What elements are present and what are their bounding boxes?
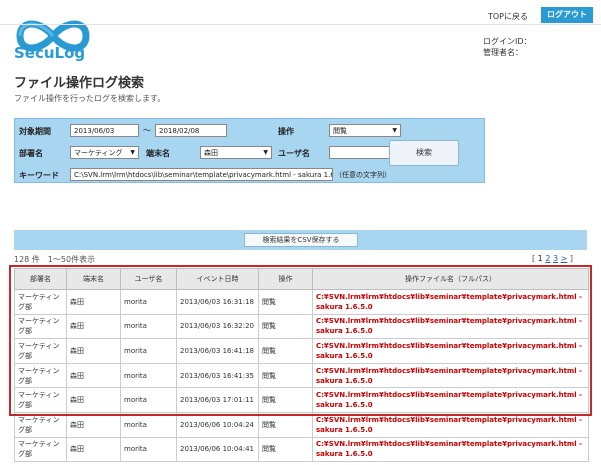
terminal-select-value: 森田 [204, 149, 218, 157]
operation-cell: 閲覧 [258, 313, 313, 340]
table-row[interactable]: マーケティング部 森田 morita 2013/06/06 10:04:41 閲… [14, 436, 589, 463]
operation-select[interactable]: 閲覧 ▼ [329, 124, 401, 137]
terminal-cell: 森田 [66, 362, 121, 389]
terminal-cell: 森田 [66, 338, 121, 364]
logo-text: SecuLog [14, 44, 86, 62]
chevron-down-icon: ▼ [392, 127, 397, 134]
operation-select-value: 閲覧 [333, 127, 347, 135]
dept-label: 部署名 [19, 149, 43, 158]
dept-cell: マーケティング部 [14, 436, 67, 463]
file-path-cell: C:¥SVN.lrm¥lrm¥htdocs¥lib¥seminar¥templa… [312, 338, 589, 364]
file-path-cell: C:¥SVN.lrm¥lrm¥htdocs¥lib¥seminar¥templa… [312, 436, 589, 463]
terminal-cell: 森田 [66, 313, 121, 340]
date-to-input[interactable]: 2018/02/08 [155, 124, 227, 137]
column-header: イベント日時 [176, 268, 259, 290]
dept-cell: マーケティング部 [14, 289, 67, 315]
table-row[interactable]: マーケティング部 森田 morita 2013/06/03 16:31:18 閲… [14, 289, 589, 315]
date-from-input[interactable]: 2013/06/03 [70, 124, 139, 137]
terminal-cell: 森田 [66, 387, 121, 413]
table-row[interactable]: マーケティング部 森田 morita 2013/06/03 17:01:11 閲… [14, 387, 589, 413]
search-button[interactable]: 検索 [389, 140, 459, 166]
keyword-label: キーワード [19, 171, 59, 180]
table-header-row: 部署名 端末名 ユーザ名 イベント日時 操作 操作ファイル名（フルパス） [14, 268, 589, 290]
dept-cell: マーケティング部 [14, 362, 67, 389]
file-path-cell: C:¥SVN.lrm¥lrm¥htdocs¥lib¥seminar¥templa… [312, 411, 589, 438]
user-label: ユーザ名 [278, 149, 310, 158]
result-count: 128 件 1～50件表示 [14, 255, 96, 264]
dept-cell: マーケティング部 [14, 338, 67, 364]
pager-page-3[interactable]: 3 [553, 254, 558, 263]
login-id-label: ログインID： [483, 37, 532, 46]
user-cell: morita [120, 338, 177, 364]
datetime-cell: 2013/06/06 10:04:41 [176, 436, 259, 463]
operation-cell: 閲覧 [258, 436, 313, 463]
tilde-separator: ～ [143, 126, 151, 135]
file-path-cell: C:¥SVN.lrm¥lrm¥htdocs¥lib¥seminar¥templa… [312, 289, 589, 315]
operation-cell: 閲覧 [258, 289, 313, 315]
column-header: 操作 [258, 268, 313, 290]
period-label: 対象期間 [19, 127, 51, 136]
header-divider [0, 24, 601, 25]
file-path-cell: C:¥SVN.lrm¥lrm¥htdocs¥lib¥seminar¥templa… [312, 362, 589, 389]
operation-cell: 閲覧 [258, 411, 313, 438]
datetime-cell: 2013/06/03 16:32:20 [176, 313, 259, 340]
terminal-cell: 森田 [66, 289, 121, 315]
terminal-label: 端末名 [146, 149, 170, 158]
datetime-cell: 2013/06/03 17:01:11 [176, 387, 259, 413]
page-description: ファイル操作を行ったログを検索します。 [14, 94, 166, 103]
table-row[interactable]: マーケティング部 森田 morita 2013/06/03 16:32:20 閲… [14, 313, 589, 340]
chevron-down-icon: ▼ [130, 149, 135, 156]
table-row[interactable]: マーケティング部 森田 morita 2013/06/03 16:41:18 閲… [14, 338, 589, 364]
csv-export-button[interactable]: 検索結果をCSV保存する [244, 233, 358, 247]
datetime-cell: 2013/06/03 16:31:18 [176, 289, 259, 315]
chevron-down-icon: ▼ [263, 149, 268, 156]
page-title: ファイル操作ログ検索 [14, 76, 145, 91]
dept-select[interactable]: マーケティング ▼ [70, 146, 139, 159]
keyword-input[interactable]: C:\SVN.lrm\lrm\htdocs\lib\seminar\templa… [70, 168, 333, 181]
dept-select-value: マーケティング [74, 149, 123, 157]
user-cell: morita [120, 289, 177, 315]
datetime-cell: 2013/06/03 16:41:18 [176, 338, 259, 364]
manager-name-label: 管理者名： [483, 48, 523, 57]
logout-button[interactable]: ログアウト [541, 7, 593, 23]
terminal-cell: 森田 [66, 436, 121, 463]
user-cell: morita [120, 362, 177, 389]
top-link[interactable]: TOPに戻る [488, 11, 528, 22]
operation-cell: 閲覧 [258, 338, 313, 364]
column-header: 端末名 [66, 268, 121, 290]
pager-page-2[interactable]: 2 [545, 254, 550, 263]
pager-close: ] [567, 254, 573, 263]
operation-label: 操作 [278, 127, 294, 136]
table-row[interactable]: マーケティング部 森田 morita 2013/06/06 10:04:24 閲… [14, 411, 589, 438]
keyword-hint: （任意の文字列） [335, 171, 391, 179]
results-table: 部署名 端末名 ユーザ名 イベント日時 操作 操作ファイル名（フルパス） マーケ… [14, 268, 589, 463]
user-cell: morita [120, 313, 177, 340]
dept-cell: マーケティング部 [14, 387, 67, 413]
dept-cell: マーケティング部 [14, 411, 67, 438]
user-cell: morita [120, 436, 177, 463]
user-cell: morita [120, 411, 177, 438]
operation-cell: 閲覧 [258, 387, 313, 413]
terminal-select[interactable]: 森田 ▼ [200, 146, 272, 159]
operation-cell: 閲覧 [258, 362, 313, 389]
dept-cell: マーケティング部 [14, 313, 67, 340]
user-cell: morita [120, 387, 177, 413]
column-header: 操作ファイル名（フルパス） [312, 268, 589, 290]
file-path-cell: C:¥SVN.lrm¥lrm¥htdocs¥lib¥seminar¥templa… [312, 387, 589, 413]
terminal-cell: 森田 [66, 411, 121, 438]
pager-current: 1 [537, 254, 543, 263]
file-path-cell: C:¥SVN.lrm¥lrm¥htdocs¥lib¥seminar¥templa… [312, 313, 589, 340]
column-header: ユーザ名 [120, 268, 177, 290]
table-row[interactable]: マーケティング部 森田 morita 2013/06/03 16:41:35 閲… [14, 362, 589, 389]
pagination: [ 1 2 3 > ] [532, 254, 573, 263]
column-header: 部署名 [14, 268, 67, 290]
datetime-cell: 2013/06/03 16:41:35 [176, 362, 259, 389]
datetime-cell: 2013/06/06 10:04:24 [176, 411, 259, 438]
